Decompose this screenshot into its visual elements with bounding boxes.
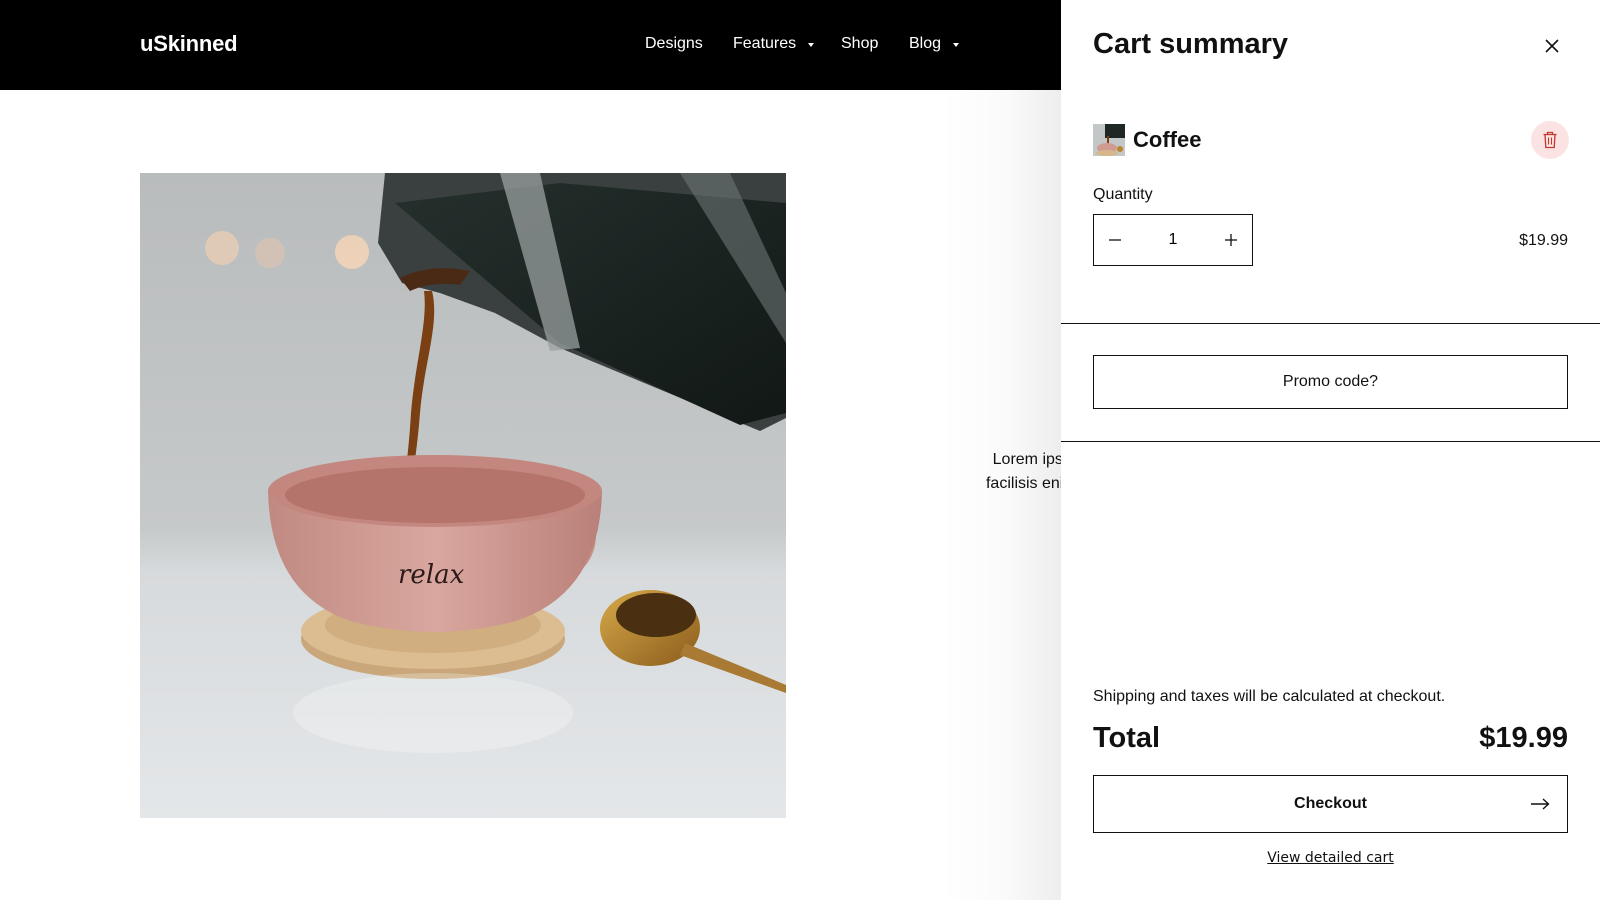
nav-item-label: Shop: [841, 35, 879, 52]
nav-item-features[interactable]: Features: [733, 35, 815, 53]
site-logo[interactable]: uSkinned: [140, 31, 238, 57]
trash-icon: [1543, 131, 1557, 149]
nav-item-shop[interactable]: Shop: [841, 35, 878, 53]
promo-code-button[interactable]: Promo code?: [1093, 355, 1568, 409]
checkout-label: Checkout: [1294, 795, 1367, 812]
quantity-label: Quantity: [1093, 186, 1153, 203]
coffee-thumbnail: [1093, 124, 1125, 156]
divider: [1061, 441, 1600, 442]
site-header: uSkinned Designs Features Shop Blog: [0, 0, 1062, 90]
total-label: Total: [1093, 722, 1161, 754]
view-detailed-cart-link[interactable]: View detailed cart: [1061, 850, 1600, 866]
nav-item-blog[interactable]: Blog: [909, 35, 960, 53]
cup-text: relax: [398, 560, 465, 590]
plus-icon: [1225, 234, 1237, 246]
line-item-price: $19.99: [1519, 232, 1568, 249]
checkout-button[interactable]: Checkout: [1093, 775, 1568, 833]
nav-item-label: Features: [733, 35, 797, 52]
decrease-quantity-button[interactable]: [1105, 230, 1125, 250]
close-icon: [1545, 39, 1559, 53]
minus-icon: [1109, 239, 1121, 241]
divider: [1061, 323, 1600, 324]
nav-item-label: Designs: [645, 35, 703, 52]
caret-down-icon: [953, 42, 960, 47]
increase-quantity-button[interactable]: [1221, 230, 1241, 250]
caret-down-icon: [808, 42, 815, 47]
cart-title: Cart summary: [1093, 28, 1289, 60]
cart-drawer: Cart summary Coffee Quantity 1 $19.99 Pr…: [1061, 0, 1600, 900]
arrow-right-icon: [1531, 798, 1550, 810]
nav-item-designs[interactable]: Designs: [645, 35, 703, 53]
close-button[interactable]: [1539, 33, 1565, 59]
nav-item-label: Blog: [909, 35, 942, 52]
shipping-note: Shipping and taxes will be calculated at…: [1093, 688, 1446, 705]
quantity-stepper: [1093, 214, 1253, 266]
quantity-input[interactable]: [1149, 231, 1197, 249]
hero-image: relax: [140, 173, 786, 818]
cart-item-name[interactable]: Coffee: [1133, 127, 1201, 153]
remove-item-button[interactable]: [1531, 121, 1569, 159]
promo-code-label: Promo code?: [1282, 373, 1379, 390]
total-value: $19.99: [1479, 722, 1568, 754]
